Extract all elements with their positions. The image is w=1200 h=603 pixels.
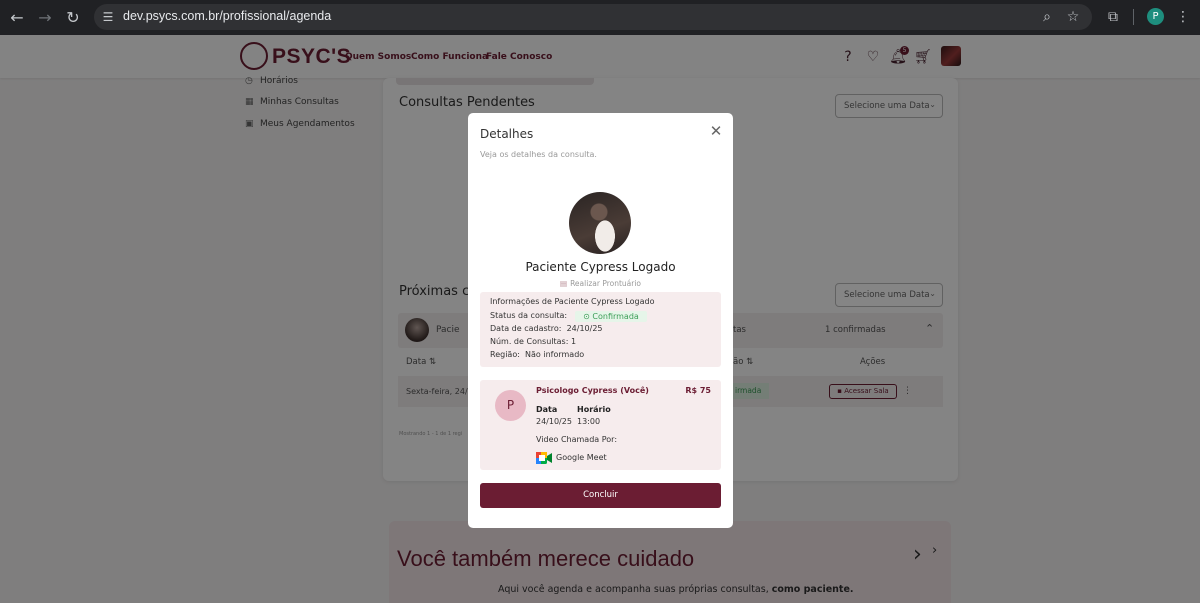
address-bar[interactable]: ☰ dev.psycs.com.br/profissional/agenda ⌕…: [94, 4, 1092, 30]
psychologist-name: Psicologo Cypress (Você): [536, 386, 649, 395]
meet-label: Google Meet: [556, 453, 607, 462]
registration-date: Data de cadastro: 24/10/25: [490, 324, 603, 333]
modal-subtitle: Veja os detalhes da consulta.: [480, 150, 597, 159]
toolbar-divider: [1133, 9, 1134, 25]
browser-toolbar: ← → ↻ ☰ dev.psycs.com.br/profissional/ag…: [0, 0, 1200, 35]
registration-value: 24/10/25: [566, 324, 603, 333]
forward-icon[interactable]: →: [35, 8, 55, 28]
registration-label: Data de cadastro:: [490, 324, 562, 333]
time-value: 13:00: [577, 417, 601, 426]
region-value: Não informado: [525, 350, 585, 359]
prontuario-link[interactable]: ▤ Realizar Prontuário: [468, 279, 733, 288]
patient-name: Paciente Cypress Logado: [525, 260, 676, 274]
prontuario-label: Realizar Prontuário: [570, 279, 642, 288]
browser-profile-avatar[interactable]: P: [1147, 8, 1164, 25]
status-badge: ⊙ Confirmada: [575, 311, 647, 322]
close-icon[interactable]: ✕: [709, 124, 723, 139]
info-heading: Informações de Paciente Cypress Logado: [490, 297, 655, 306]
psychologist-avatar: P: [495, 390, 526, 421]
modal-title: Detalhes: [480, 127, 534, 141]
consult-count: Núm. de Consultas: 1: [490, 337, 576, 346]
clipboard-icon: ▤: [559, 279, 568, 288]
details-modal: Detalhes Veja os detalhes da consulta. ✕…: [468, 113, 733, 528]
appointment-panel: P Psicologo Cypress (Você) R$ 75 Data Ho…: [480, 380, 721, 470]
google-meet-icon: [536, 452, 552, 464]
patient-photo: [569, 192, 631, 254]
extensions-icon[interactable]: ⧉: [1104, 8, 1122, 26]
status-label: Status da consulta:: [490, 311, 568, 320]
date-label: Data: [536, 405, 558, 414]
consult-count-value: 1: [570, 337, 577, 346]
consult-count-label: Núm. de Consultas:: [490, 337, 569, 346]
time-label: Horário: [577, 405, 611, 414]
video-call-label: Video Chamada Por:: [536, 435, 618, 444]
patient-info-panel: Informações de Paciente Cypress Logado S…: [480, 292, 721, 367]
url-text[interactable]: dev.psycs.com.br/profissional/agenda: [123, 9, 331, 23]
bookmark-star-icon[interactable]: ☆: [1064, 8, 1082, 26]
date-value: 24/10/25: [536, 417, 572, 426]
reload-icon[interactable]: ↻: [63, 8, 83, 28]
zoom-icon[interactable]: ⌕: [1038, 8, 1056, 26]
region: Região: Não informado: [490, 350, 584, 359]
site-settings-icon[interactable]: ☰: [100, 9, 116, 25]
browser-menu-icon[interactable]: ⋮: [1174, 8, 1192, 26]
appointment-price: R$ 75: [685, 386, 711, 395]
back-icon[interactable]: ←: [7, 8, 27, 28]
concluir-button[interactable]: Concluir: [480, 483, 721, 508]
region-label: Região:: [490, 350, 520, 359]
